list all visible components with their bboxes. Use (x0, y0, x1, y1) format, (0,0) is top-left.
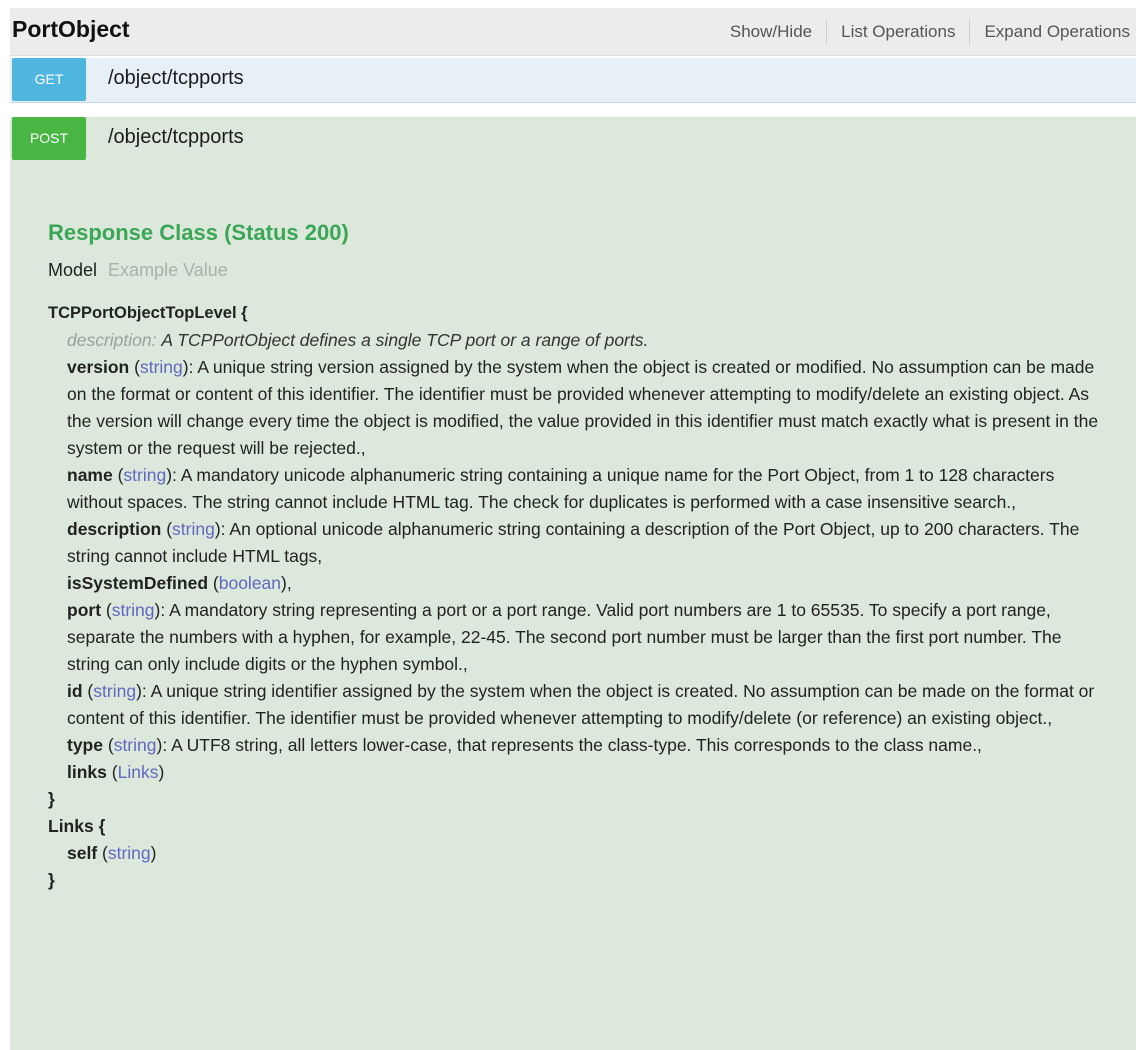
model-class-open: TCPPortObjectTopLevel { (48, 304, 248, 322)
description-text: A TCPPortObject defines a single TCP por… (161, 330, 649, 350)
field-type-link[interactable]: string (140, 357, 183, 377)
field-description: : A unique string version assigned by th… (67, 357, 1099, 458)
field-name: port (67, 600, 102, 620)
field-version: version (string): A unique string versio… (67, 357, 1099, 458)
field-port: port (string): A mandatory string repres… (67, 600, 1062, 674)
field-description: : An optional unicode alphanumeric strin… (67, 519, 1080, 566)
field-description-entry: description (string): An optional unicod… (67, 519, 1080, 566)
model-class-close: } (48, 789, 55, 809)
field-type-link[interactable]: string (123, 465, 166, 485)
show-hide-link[interactable]: Show/Hide (716, 22, 826, 42)
field-name: isSystemDefined (67, 573, 209, 593)
field-name: type (67, 735, 103, 755)
field-type-link[interactable]: string (172, 519, 215, 539)
response-class-title: Response Class (Status 200) (48, 220, 349, 245)
field-name: name (67, 465, 113, 485)
tab-example-value[interactable]: Example Value (108, 260, 228, 280)
get-method-badge[interactable]: GET (12, 58, 86, 101)
post-operation-path[interactable]: /object/tcpports (108, 126, 244, 149)
field-type-link[interactable]: string (114, 735, 157, 755)
model-tabs: Model Example Value (48, 260, 228, 281)
resource-title[interactable]: PortObject (12, 16, 130, 43)
field-description: : A UTF8 string, all letters lower-case,… (162, 735, 982, 755)
field-description: : A unique string identifier assigned by… (67, 681, 1095, 728)
model-schema: TCPPortObjectTopLevel { description: A T… (48, 300, 1108, 894)
field-type-link[interactable]: string (108, 843, 151, 863)
expand-operations-link[interactable]: Expand Operations (970, 22, 1134, 42)
post-operation-panel: POST /object/tcpports Response Class (St… (10, 117, 1136, 1050)
field-name: id (67, 681, 83, 701)
field-type-link[interactable]: Links (118, 762, 159, 782)
field-id: id (string): A unique string identifier … (67, 681, 1095, 728)
field-name: description (67, 519, 162, 539)
field-type-link[interactable]: boolean (219, 573, 281, 593)
field-description: , (286, 573, 292, 593)
tab-model[interactable]: Model (48, 260, 97, 280)
field-description: : A mandatory string representing a port… (67, 600, 1062, 674)
field-links: links (Links) (67, 762, 165, 782)
field-type: type (string): A UTF8 string, all letter… (67, 735, 982, 755)
field-name: version (67, 357, 130, 377)
resource-actions: Show/Hide List Operations Expand Operati… (716, 8, 1134, 55)
model-description: description: A TCPPortObject defines a s… (48, 327, 1108, 354)
resource-header: PortObject Show/Hide List Operations Exp… (10, 8, 1136, 56)
links-class-close: } (48, 870, 55, 890)
field-type-link[interactable]: string (112, 600, 155, 620)
field-name: links (67, 762, 107, 782)
get-operation-path[interactable]: /object/tcpports (108, 67, 244, 90)
links-field-self: self (string) (67, 843, 157, 863)
list-operations-link[interactable]: List Operations (827, 22, 969, 42)
post-method-badge[interactable]: POST (12, 117, 86, 160)
field-name-entry: name (string): A mandatory unicode alpha… (67, 465, 1055, 512)
get-operation-row[interactable]: GET /object/tcpports (10, 58, 1136, 103)
field-name: self (67, 843, 98, 863)
field-issystemdefined: isSystemDefined (boolean), (67, 573, 292, 593)
field-type-link[interactable]: string (93, 681, 136, 701)
description-label: description: (67, 330, 157, 350)
links-class-open: Links { (48, 816, 106, 836)
field-description: : A mandatory unicode alphanumeric strin… (67, 465, 1055, 512)
